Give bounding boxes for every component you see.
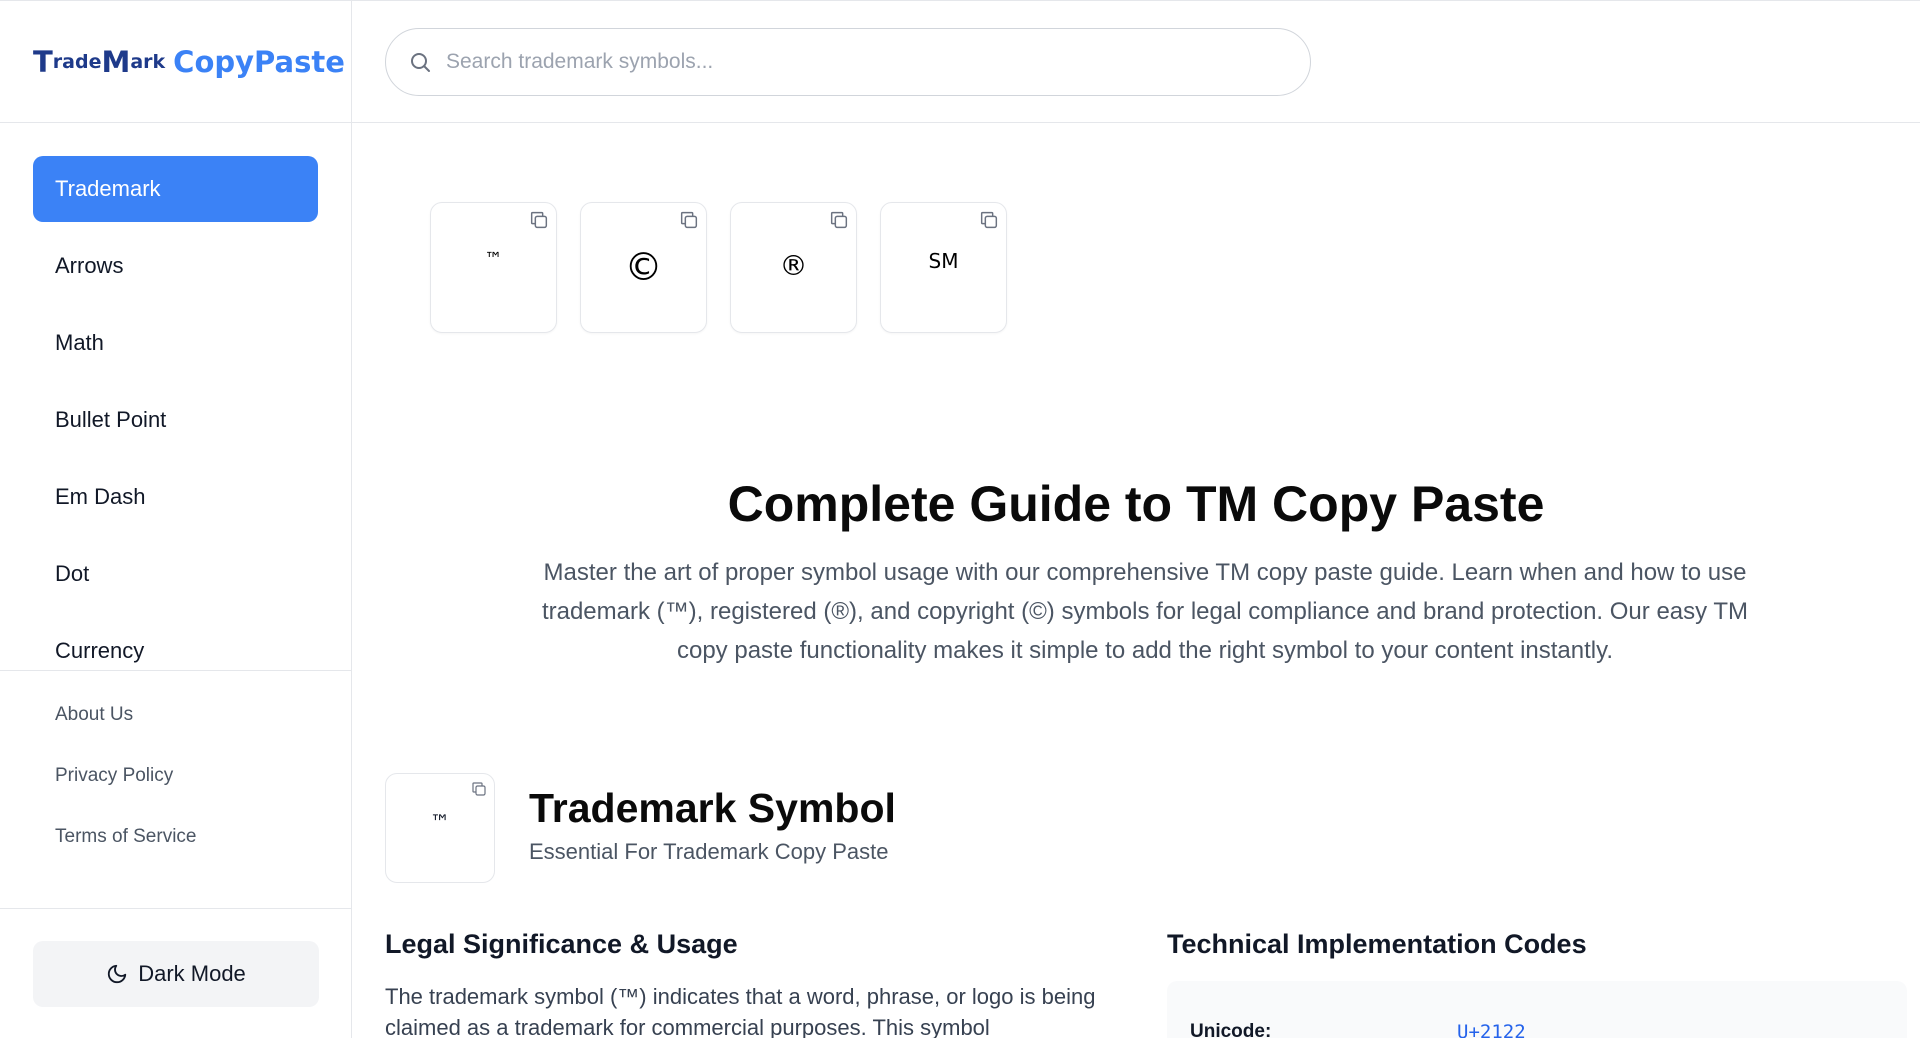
copy-icon[interactable] bbox=[678, 209, 700, 231]
copy-icon[interactable] bbox=[528, 209, 550, 231]
search-bar[interactable] bbox=[385, 28, 1311, 96]
nav-item-label: Dot bbox=[55, 561, 90, 586]
nav-item-label: Trademark bbox=[55, 176, 161, 201]
trademark-symbol-card[interactable]: ™ bbox=[385, 773, 495, 883]
logo-letter-m: M bbox=[101, 44, 131, 79]
logo-letter-t: T bbox=[33, 44, 53, 79]
copy-icon[interactable] bbox=[828, 209, 850, 231]
guide-title: Complete Guide to TM Copy Paste bbox=[727, 476, 1545, 532]
privacy-policy-link[interactable]: Privacy Policy bbox=[55, 764, 351, 825]
about-us-link[interactable]: About Us bbox=[55, 703, 351, 764]
logo-text-rade: rade bbox=[52, 50, 102, 73]
logo-text-ark: ark bbox=[130, 50, 166, 73]
symbol-card-trademark[interactable]: ™ bbox=[430, 202, 557, 333]
top-bar bbox=[352, 1, 1920, 123]
nav-item-math[interactable]: Math bbox=[33, 310, 318, 376]
symbol-card-copyright[interactable]: © bbox=[580, 202, 707, 333]
terms-of-service-link[interactable]: Terms of Service bbox=[55, 825, 351, 886]
symbol-glyph: ® bbox=[779, 249, 808, 282]
nav-item-label: Em Dash bbox=[55, 484, 146, 509]
search-input[interactable] bbox=[446, 50, 1266, 74]
code-label: Unicode: bbox=[1190, 1021, 1272, 1038]
nav-item-arrows[interactable]: Arrows bbox=[33, 233, 318, 299]
dark-mode-button[interactable]: Dark Mode bbox=[33, 941, 319, 1007]
symbol-glyph: SM bbox=[928, 249, 959, 273]
category-nav: Trademark Arrows Math Bullet Point Em Da… bbox=[0, 123, 351, 670]
site-logo[interactable]: Trade Mark CopyPaste bbox=[0, 1, 351, 123]
nav-item-currency[interactable]: Currency bbox=[33, 618, 318, 670]
symbol-glyph: ™ bbox=[430, 810, 450, 834]
guide-description: Master the art of proper symbol usage wi… bbox=[541, 559, 1749, 664]
section-subtitle: Essential For Trademark Copy Paste bbox=[529, 839, 889, 864]
logo-text-copypaste: CopyPaste bbox=[173, 44, 345, 79]
symbol-card-registered[interactable]: ® bbox=[730, 202, 857, 333]
nav-item-label: Arrows bbox=[55, 253, 124, 278]
nav-item-label: Math bbox=[55, 330, 104, 355]
symbol-glyph: ™ bbox=[484, 249, 503, 270]
section-title: Trademark Symbol bbox=[529, 785, 896, 831]
legal-text: The trademark symbol (™) indicates that … bbox=[385, 984, 1096, 1038]
search-icon bbox=[411, 53, 430, 72]
codes-panel: Unicode: U+2122 bbox=[1167, 981, 1907, 1038]
nav-item-dot[interactable]: Dot bbox=[33, 541, 318, 607]
legal-heading: Legal Significance & Usage bbox=[385, 929, 738, 959]
dark-mode-label: Dark Mode bbox=[138, 961, 246, 986]
sidebar: Trade Mark CopyPaste Trademark Arrows Math… bbox=[0, 1, 352, 1038]
nav-item-trademark[interactable]: Trademark bbox=[33, 156, 318, 222]
nav-item-em-dash[interactable]: Em Dash bbox=[33, 464, 318, 530]
main-content: ™ © ® SM Complete Guide to TM Copy Paste… bbox=[352, 123, 1920, 1038]
nav-item-label: Currency bbox=[55, 638, 145, 663]
codes-heading: Technical Implementation Codes bbox=[1167, 929, 1587, 959]
symbol-glyph: © bbox=[624, 245, 663, 289]
copy-icon[interactable] bbox=[470, 780, 488, 798]
app-window: Trade Mark CopyPaste Trademark Arrows Math… bbox=[0, 0, 1920, 1038]
moon-icon bbox=[108, 964, 127, 984]
copy-icon[interactable] bbox=[978, 209, 1000, 231]
code-value[interactable]: U+2122 bbox=[1457, 1021, 1526, 1038]
symbol-card-service-mark[interactable]: SM bbox=[880, 202, 1007, 333]
nav-item-bullet-point[interactable]: Bullet Point bbox=[33, 387, 318, 453]
nav-item-label: Bullet Point bbox=[55, 407, 167, 432]
footer-links: About Us Privacy Policy Terms of Service bbox=[0, 671, 351, 909]
